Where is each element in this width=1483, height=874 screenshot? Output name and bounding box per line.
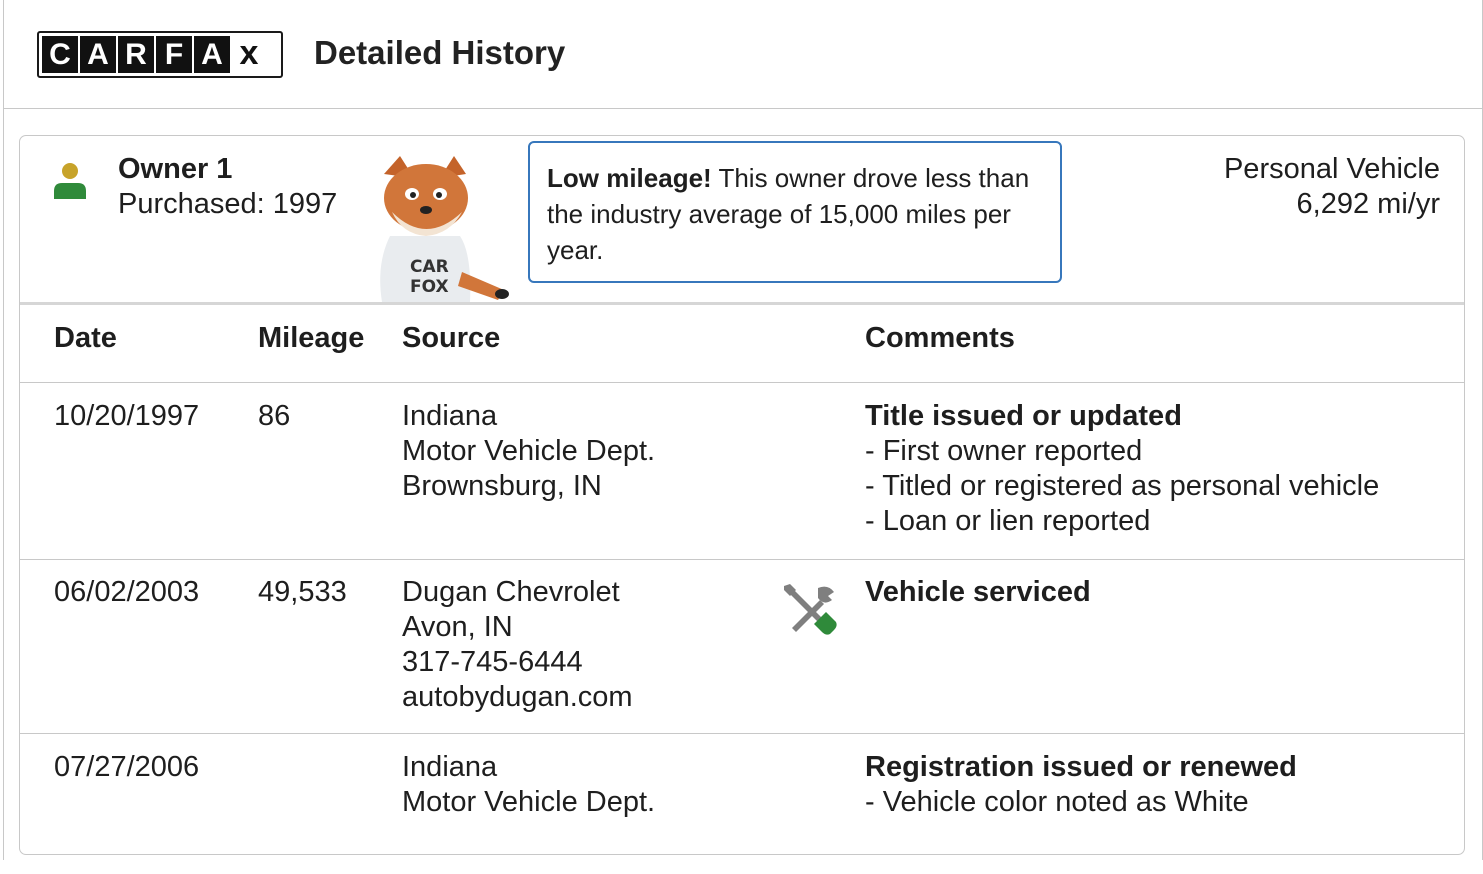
col-source-header: Source — [402, 322, 501, 354]
callout-bold: Low mileage! — [547, 163, 712, 193]
comment-title: Vehicle serviced — [865, 576, 1091, 608]
page-title: Detailed History — [314, 34, 566, 71]
carfox-mascot-image: CAR FOX — [380, 156, 509, 302]
comment-item: Vehicle color noted as White — [865, 785, 1297, 820]
logo-letter: A — [80, 36, 116, 73]
col-date-header: Date — [54, 322, 117, 354]
owner-summary: Owner 1 Purchased: 1997 CAR FOX Low mile… — [20, 136, 1464, 305]
row-source: Indiana Motor Vehicle Dept. — [402, 750, 655, 820]
source-line: Avon, IN — [402, 611, 513, 643]
source-line: Motor Vehicle Dept. — [402, 786, 656, 818]
source-line: autobydugan.com — [402, 681, 633, 713]
row-comments: Vehicle serviced — [865, 575, 1091, 610]
comment-title: Title issued or updated — [865, 400, 1182, 432]
row-source: Indiana Motor Vehicle Dept. Brownsburg, … — [402, 399, 655, 504]
source-line: Indiana — [402, 751, 498, 783]
person-icon — [54, 163, 86, 199]
comment-title: Registration issued or renewed — [865, 751, 1297, 783]
table-row: 10/20/1997 86 Indiana Motor Vehicle Dept… — [20, 383, 1464, 560]
row-mileage: 49,533 — [258, 576, 347, 608]
table-row: 06/02/2003 49,533 Dugan Chevrolet Avon, … — [20, 560, 1464, 734]
row-mileage: 86 — [258, 400, 291, 432]
row-date: 07/27/2006 — [54, 751, 200, 783]
low-mileage-callout: Low mileage! This owner drove less than … — [528, 141, 1062, 283]
history-table-header: Date Mileage Source Comments — [20, 302, 1464, 383]
logo-letter: R — [118, 36, 154, 73]
carfax-logo: C A R F A X — [37, 31, 283, 78]
comment-item: First owner reported — [865, 434, 1379, 469]
row-date: 06/02/2003 — [54, 576, 200, 608]
col-mileage-header: Mileage — [258, 322, 365, 354]
logo-letter: F — [156, 36, 192, 73]
vehicle-type: Personal Vehicle — [1223, 153, 1440, 185]
row-comments: Title issued or updated First owner repo… — [865, 399, 1379, 539]
source-line: Motor Vehicle Dept. — [402, 435, 656, 467]
source-line: 317-745-6444 — [402, 646, 583, 678]
source-line: Indiana — [402, 400, 498, 432]
svg-text:CAR: CAR — [410, 257, 449, 277]
owner-title: Owner 1 — [118, 153, 233, 185]
source-line: Dugan Chevrolet — [402, 576, 620, 608]
col-comments-header: Comments — [865, 322, 1015, 354]
service-wrench-icon — [784, 584, 837, 635]
logo-letter: A — [194, 36, 230, 73]
owner-card: Owner 1 Purchased: 1997 CAR FOX Low mile… — [19, 135, 1465, 855]
source-line: Brownsburg, IN — [402, 470, 602, 502]
owner-purchased: Purchased: 1997 — [118, 188, 338, 220]
table-row: 07/27/2006 Indiana Motor Vehicle Dept. R… — [20, 734, 1464, 874]
row-date: 10/20/1997 — [54, 400, 200, 432]
logo-letter: X — [232, 34, 266, 73]
report-header: C A R F A X Detailed History — [4, 0, 1482, 109]
svg-text:FOX: FOX — [410, 277, 449, 297]
row-comments: Registration issued or renewed Vehicle c… — [865, 750, 1297, 820]
comment-item: Titled or registered as personal vehicle — [865, 469, 1379, 504]
row-source: Dugan Chevrolet Avon, IN 317-745-6444 au… — [402, 575, 633, 715]
comment-item: Loan or lien reported — [865, 504, 1379, 539]
mileage-per-year: 6,292 mi/yr — [1296, 188, 1440, 220]
logo-letter: C — [42, 36, 78, 73]
